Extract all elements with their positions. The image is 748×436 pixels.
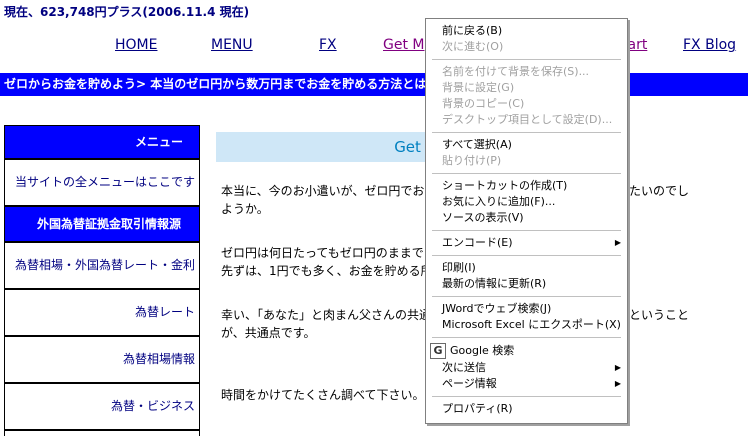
submenu-arrow-icon: ▶ — [614, 238, 621, 247]
menu-separator — [432, 230, 621, 231]
nav-fx-blog-link[interactable]: FX Blog — [683, 37, 736, 53]
content-line: 時間をかけてたくさん調べて下さい。 — [221, 388, 425, 402]
menu-item-select-all[interactable]: すべて選択(A) — [442, 137, 512, 153]
content-line-fragment: たいのでし — [629, 184, 690, 198]
menu-item-encoding[interactable]: エンコード(E) — [442, 235, 513, 251]
submenu-arrow-icon: ▶ — [614, 363, 621, 372]
menu-separator — [432, 396, 621, 397]
content-line-fragment: ということ — [629, 308, 690, 322]
menu-item-view-source[interactable]: ソースの表示(V) — [442, 210, 524, 226]
menu-separator — [432, 255, 621, 256]
menu-item-add-favorites[interactable]: お気に入りに追加(F)... — [442, 194, 555, 210]
sidebar-item-all-menu[interactable]: 当サイトの全メニューはここです — [5, 160, 199, 207]
content-line: 本当に、今のお小遣いが、ゼロ円でお — [221, 184, 425, 198]
menu-item-save-background[interactable]: 名前を付けて背景を保存(S)... — [442, 64, 589, 80]
submenu-arrow-icon: ▶ — [614, 379, 621, 388]
nav-get-money-link[interactable]: Get M — [383, 37, 424, 53]
sidebar-menu: メニュー 当サイトの全メニューはここです 外国為替証拠金取引情報源 為替相場・外… — [4, 125, 200, 436]
menu-separator — [432, 59, 621, 60]
content-line: ゼロ円は何日たってもゼロ円のままで — [221, 246, 424, 260]
menu-separator — [432, 337, 621, 338]
menu-item-copy-background[interactable]: 背景のコピー(C) — [442, 96, 524, 112]
sidebar-item-fx-rates-interest[interactable]: 為替相場・外国為替レート・金利 — [5, 243, 199, 290]
content-line: 先ずは、1円でも多く、お金を貯める所 — [221, 264, 433, 278]
menu-item-forward[interactable]: 次に進む(O) — [442, 39, 503, 55]
menu-item-paste[interactable]: 貼り付け(P) — [442, 153, 501, 169]
menu-item-print[interactable]: 印刷(I) — [442, 260, 476, 276]
sidebar-item-fx-info[interactable]: 外国為替証拠金取引情報源 — [5, 207, 199, 243]
menu-item-google-search[interactable]: G Google 検索 — [430, 343, 514, 359]
nav-fx-link[interactable]: FX — [319, 37, 337, 53]
menu-item-page-info[interactable]: ページ情報 — [442, 376, 497, 392]
menu-separator — [432, 296, 621, 297]
menu-separator — [432, 132, 621, 133]
menu-item-jword-search[interactable]: JWordでウェブ検索(J) — [442, 301, 551, 317]
menu-item-google-search-label: Google 検索 — [450, 344, 515, 357]
menu-item-set-background[interactable]: 背景に設定(G) — [442, 80, 514, 96]
menu-item-set-desktop-item[interactable]: デスクトップ項目として設定(D)... — [442, 112, 612, 128]
site-banner: ゼロからお金を貯めよう> 本当のゼロ円から数万円までお金を貯める方法とは — [0, 73, 748, 96]
google-g-icon: G — [430, 343, 446, 359]
menu-item-refresh[interactable]: 最新の情報に更新(R) — [442, 276, 546, 292]
context-menu: 前に戻る(B) 次に進む(O) 名前を付けて背景を保存(S)... 背景に設定(… — [425, 18, 628, 424]
menu-item-send-to[interactable]: 次に送信 — [442, 360, 486, 376]
sidebar-header: メニュー — [5, 126, 199, 160]
content-line: ようか。 — [221, 202, 269, 216]
sidebar-item-fx-market-info[interactable]: 為替相場情報 — [5, 337, 199, 384]
sidebar-item-fx-rate[interactable]: 為替レート — [5, 290, 199, 337]
menu-item-back[interactable]: 前に戻る(B) — [442, 23, 502, 39]
menu-item-properties[interactable]: プロパティ(R) — [442, 401, 513, 417]
content-line: 幸い、「あなた」と肉まん父さんの共通 — [221, 308, 432, 322]
menu-item-export-excel[interactable]: Microsoft Excel にエクスポート(X) — [442, 317, 621, 333]
content-line: が、共通点です。 — [221, 326, 316, 340]
menu-item-create-shortcut[interactable]: ショートカットの作成(T) — [442, 178, 567, 194]
nav-menu-link[interactable]: MENU — [211, 37, 253, 53]
nav-home-link[interactable]: HOME — [115, 37, 157, 53]
sidebar-item-fx-business[interactable]: 為替・ビジネス — [5, 384, 199, 431]
site-status-text: 現在、623,748円プラス(2006.11.4 現在) — [4, 5, 250, 19]
menu-separator — [432, 173, 621, 174]
